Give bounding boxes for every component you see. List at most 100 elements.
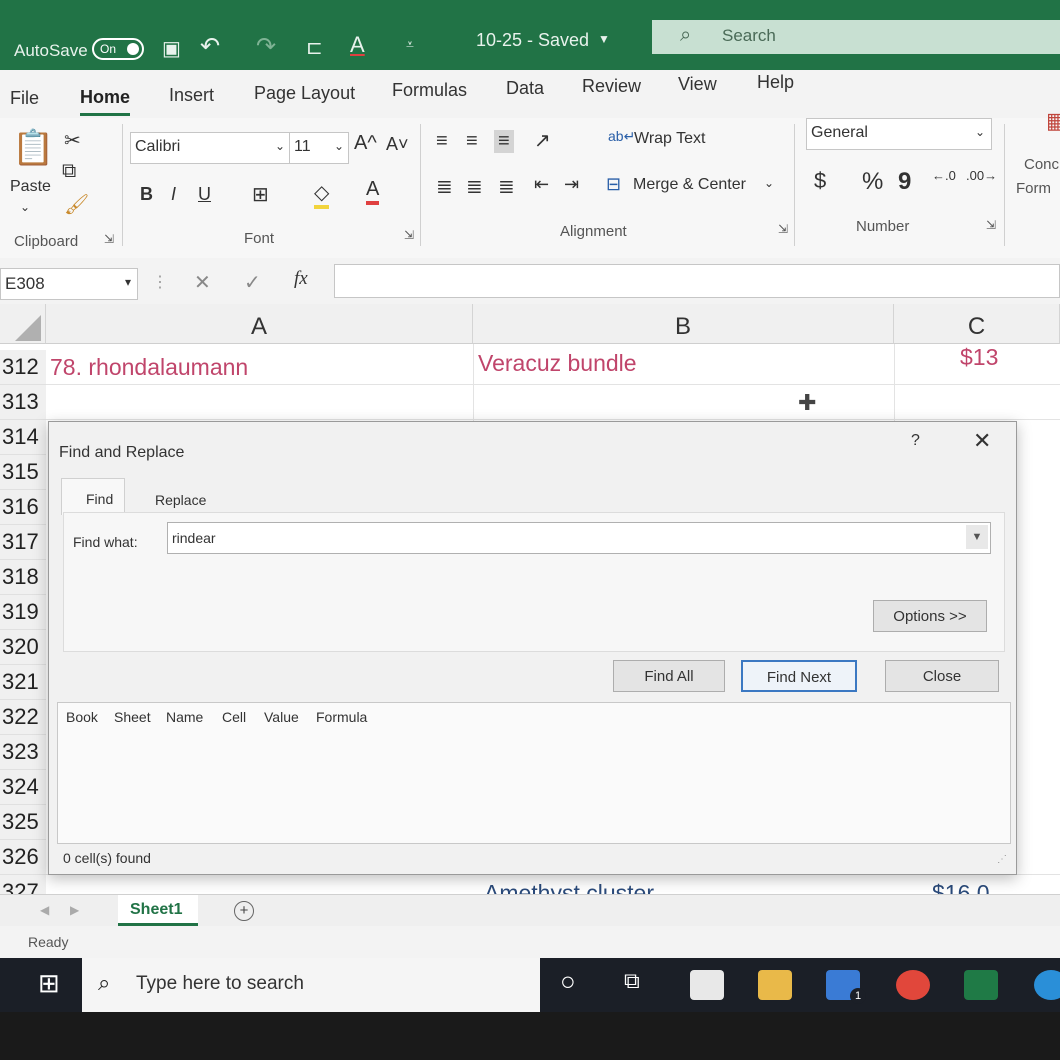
- save-icon[interactable]: ▣: [162, 36, 181, 61]
- title-chevron-down-icon[interactable]: ▼: [598, 32, 610, 46]
- alignment-launcher-icon[interactable]: ⇲: [778, 222, 788, 236]
- font-launcher-icon[interactable]: ⇲: [404, 228, 414, 242]
- help-button[interactable]: ?: [911, 432, 920, 450]
- file-explorer-icon[interactable]: [758, 970, 792, 1000]
- formula-input[interactable]: [334, 264, 1060, 298]
- align-bottom-icon[interactable]: ≡: [494, 130, 514, 153]
- row-header[interactable]: 313: [0, 385, 46, 420]
- row-header[interactable]: 320: [0, 630, 46, 665]
- row-header[interactable]: 323: [0, 735, 46, 770]
- row-header[interactable]: 316: [0, 490, 46, 525]
- select-all-corner[interactable]: [0, 304, 46, 344]
- merge-center-icon[interactable]: ⊟: [606, 174, 621, 195]
- cut-icon[interactable]: ✂: [64, 128, 81, 153]
- paste-icon[interactable]: 📋: [12, 128, 54, 168]
- merge-chevron-down-icon[interactable]: ⌄: [764, 176, 774, 190]
- mail-icon[interactable]: 1: [826, 970, 866, 1004]
- row-header[interactable]: 319: [0, 595, 46, 630]
- align-middle-icon[interactable]: ≡: [466, 130, 478, 153]
- shrink-font-button[interactable]: A˅: [386, 134, 409, 155]
- add-sheet-button[interactable]: +: [234, 901, 254, 921]
- taskbar-search[interactable]: ⌕ Type here to search: [82, 958, 540, 1012]
- format-painter-icon[interactable]: 🖌: [64, 192, 89, 217]
- close-button[interactable]: Close: [885, 660, 999, 692]
- conditional-format-button[interactable]: Conc: [1024, 156, 1059, 173]
- results-col-cell[interactable]: Cell: [222, 709, 246, 725]
- name-box[interactable]: E308 ▾: [0, 268, 138, 300]
- row-header[interactable]: 326: [0, 840, 46, 875]
- decrease-decimal-icon[interactable]: .00→: [966, 168, 997, 183]
- insert-function-button[interactable]: fx: [294, 268, 308, 290]
- orientation-icon[interactable]: ↗: [534, 128, 551, 153]
- cell-a312[interactable]: 78. rhondalaumann: [50, 354, 248, 381]
- font-size-select[interactable]: 11 ⌄: [289, 132, 349, 164]
- underline-button[interactable]: U: [198, 184, 211, 205]
- format-table-button[interactable]: Form: [1016, 180, 1051, 197]
- results-col-formula[interactable]: Formula: [316, 709, 367, 725]
- results-list[interactable]: Book Sheet Name Cell Value Formula: [57, 702, 1011, 844]
- borders-icon[interactable]: ⊞: [252, 182, 269, 207]
- align-left-icon[interactable]: ≣: [436, 174, 453, 199]
- paste-chevron-down-icon[interactable]: ⌄: [20, 200, 30, 214]
- percent-button[interactable]: %: [862, 168, 883, 196]
- results-col-sheet[interactable]: Sheet: [114, 709, 151, 725]
- conditional-format-icon[interactable]: ▦: [1046, 108, 1060, 134]
- cell-b312[interactable]: Veracuz bundle: [478, 350, 637, 377]
- excel-taskbar-icon[interactable]: [964, 970, 998, 1000]
- row-header[interactable]: 324: [0, 770, 46, 805]
- customize-toolbar-icon[interactable]: ⩡: [406, 36, 414, 53]
- autosave-toggle[interactable]: On: [92, 38, 144, 60]
- comma-button[interactable]: 9: [898, 168, 911, 196]
- tab-find[interactable]: Find: [61, 478, 125, 515]
- results-col-value[interactable]: Value: [264, 709, 299, 725]
- edge-icon[interactable]: [1034, 970, 1060, 1000]
- row-header[interactable]: 317: [0, 525, 46, 560]
- row-header[interactable]: 322: [0, 700, 46, 735]
- tab-home[interactable]: Home: [80, 87, 131, 116]
- scroll-left-icon[interactable]: ◀: [40, 903, 49, 917]
- resize-grip-icon[interactable]: ⋰: [997, 854, 1007, 865]
- tab-page-layout[interactable]: Page Layout: [254, 83, 355, 104]
- column-header-b[interactable]: B: [473, 304, 894, 344]
- options-button[interactable]: Options >>: [873, 600, 987, 632]
- cortana-icon[interactable]: ○: [560, 966, 576, 997]
- tab-data[interactable]: Data: [506, 78, 544, 99]
- store-icon[interactable]: [690, 970, 724, 1000]
- row-header[interactable]: 325: [0, 805, 46, 840]
- tab-file[interactable]: File: [10, 88, 39, 109]
- increase-indent-icon[interactable]: ⇥: [564, 174, 579, 195]
- sheet-tab-sheet1[interactable]: Sheet1: [118, 895, 198, 926]
- column-header-a[interactable]: A: [46, 304, 473, 344]
- row-header[interactable]: 318: [0, 560, 46, 595]
- font-color-quick-icon[interactable]: A: [350, 32, 365, 58]
- confirm-entry-icon[interactable]: ✓: [244, 270, 261, 295]
- cell-c312[interactable]: $13: [960, 344, 998, 371]
- task-view-icon[interactable]: ⧉: [624, 968, 640, 994]
- row-header[interactable]: 312: [0, 350, 46, 385]
- find-history-chevron-down-icon[interactable]: ▼: [966, 525, 988, 549]
- font-color-icon[interactable]: A: [366, 178, 380, 205]
- paste-button[interactable]: Paste: [10, 178, 51, 196]
- align-right-icon[interactable]: ≣: [498, 174, 515, 199]
- bold-button[interactable]: B: [140, 184, 153, 205]
- find-all-button[interactable]: Find All: [613, 660, 725, 692]
- align-top-icon[interactable]: ≡: [436, 130, 448, 153]
- increase-decimal-icon[interactable]: ←.0: [932, 168, 956, 183]
- windows-start-icon[interactable]: ⊞: [38, 968, 60, 999]
- redo-icon[interactable]: ↷: [256, 32, 276, 61]
- results-col-name[interactable]: Name: [166, 709, 203, 725]
- row-header[interactable]: 314: [0, 420, 46, 455]
- font-name-select[interactable]: Calibri ⌄: [130, 132, 290, 164]
- clipboard-launcher-icon[interactable]: ⇲: [104, 232, 114, 246]
- row-header[interactable]: 315: [0, 455, 46, 490]
- wrap-text-button[interactable]: Wrap Text: [634, 130, 705, 148]
- open-folder-icon[interactable]: ⊏: [306, 35, 323, 60]
- tab-formulas[interactable]: Formulas: [392, 80, 467, 101]
- row-header[interactable]: 321: [0, 665, 46, 700]
- number-format-select[interactable]: General ⌄: [806, 118, 992, 150]
- results-col-book[interactable]: Book: [66, 709, 98, 725]
- number-launcher-icon[interactable]: ⇲: [986, 218, 996, 232]
- scroll-right-icon[interactable]: ▶: [70, 903, 79, 917]
- tab-replace[interactable]: Replace: [155, 492, 206, 508]
- tab-help[interactable]: Help: [757, 72, 794, 93]
